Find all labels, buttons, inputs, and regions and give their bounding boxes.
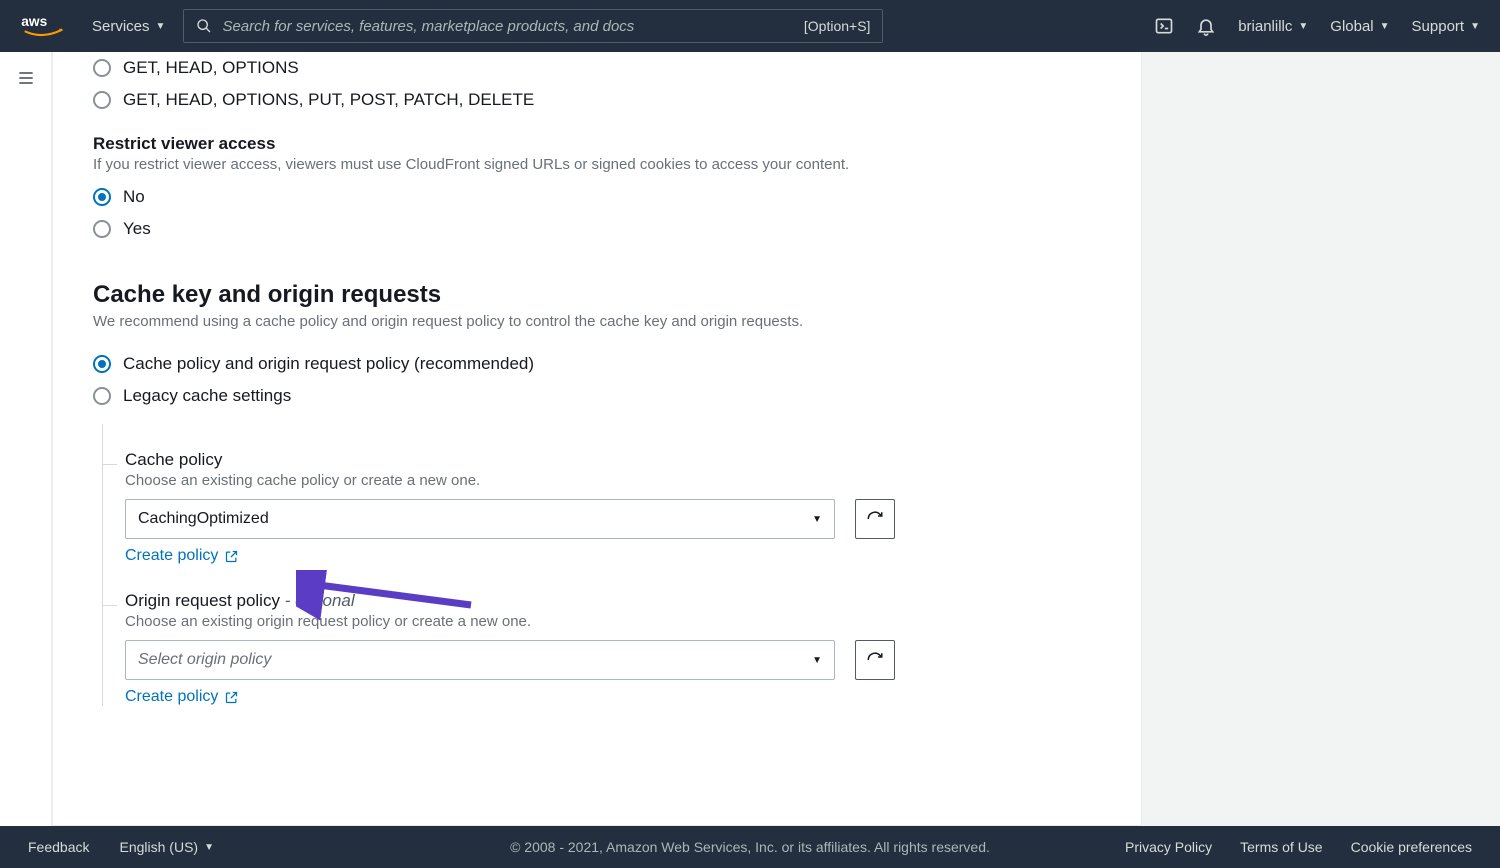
link-text: Create policy	[125, 688, 218, 706]
sidebar-toggle[interactable]	[0, 52, 52, 826]
origin-policy-placeholder: Select origin policy	[138, 651, 271, 669]
radio-icon	[93, 355, 111, 373]
origin-create-policy-link[interactable]: Create policy	[125, 688, 1101, 706]
footer: Feedback English (US) ▼ © 2008 - 2021, A…	[0, 826, 1500, 868]
refresh-icon	[866, 510, 884, 528]
cache-subsection: Cache policy Choose an existing cache po…	[102, 424, 1101, 706]
svg-text:aws: aws	[21, 14, 47, 29]
radio-icon	[93, 220, 111, 238]
cache-policy-field: Cache policy Choose an existing cache po…	[125, 424, 1101, 565]
caret-down-icon: ▼	[204, 842, 214, 853]
region-menu[interactable]: Global ▼	[1330, 18, 1389, 35]
restrict-option-no[interactable]: No	[93, 181, 1101, 213]
origin-policy-help: Choose an existing origin request policy…	[125, 613, 1101, 630]
origin-policy-field: Origin request policy - optional Choose …	[125, 565, 1101, 706]
http-methods-option-all[interactable]: GET, HEAD, OPTIONS, PUT, POST, PATCH, DE…	[93, 84, 1101, 116]
cache-policy-help: Choose an existing cache policy or creat…	[125, 472, 1101, 489]
origin-policy-label: Origin request policy - optional	[125, 591, 1101, 611]
origin-policy-refresh[interactable]	[855, 640, 895, 680]
notifications-icon[interactable]	[1196, 16, 1216, 36]
account-menu[interactable]: brianlillc ▼	[1238, 18, 1308, 35]
feedback-link[interactable]: Feedback	[28, 839, 89, 855]
cache-option-recommended[interactable]: Cache policy and origin request policy (…	[93, 348, 1101, 380]
cache-section-help: We recommend using a cache policy and or…	[93, 313, 1101, 330]
caret-down-icon: ▼	[1380, 21, 1390, 32]
services-menu[interactable]: Services ▼	[92, 18, 165, 35]
radio-label: Legacy cache settings	[123, 386, 291, 406]
services-label: Services	[92, 18, 150, 35]
cookie-link[interactable]: Cookie preferences	[1351, 839, 1472, 855]
search-shortcut: [Option+S]	[804, 18, 871, 34]
username: brianlillc	[1238, 18, 1292, 35]
caret-down-icon: ▼	[156, 21, 166, 32]
radio-icon	[93, 91, 111, 109]
support-menu[interactable]: Support ▼	[1412, 18, 1480, 35]
support-label: Support	[1412, 18, 1465, 35]
caret-down-icon: ▼	[812, 655, 822, 666]
cache-policy-select[interactable]: CachingOptimized ▼	[125, 499, 835, 539]
aws-header: aws Services ▼ [Option+S] brianlillc ▼ G…	[0, 0, 1500, 52]
radio-label: Cache policy and origin request policy (…	[123, 354, 534, 374]
link-text: Create policy	[125, 547, 218, 565]
language-select[interactable]: English (US) ▼	[119, 839, 214, 855]
search-icon	[196, 18, 212, 34]
radio-label: Yes	[123, 219, 151, 239]
external-link-icon	[224, 690, 239, 705]
external-link-icon	[224, 549, 239, 564]
form-panel: GET, HEAD, OPTIONS GET, HEAD, OPTIONS, P…	[52, 52, 1142, 826]
cache-policy-value: CachingOptimized	[138, 510, 269, 528]
cache-create-policy-link[interactable]: Create policy	[125, 547, 1101, 565]
search-input[interactable]	[222, 18, 793, 35]
radio-label: GET, HEAD, OPTIONS, PUT, POST, PATCH, DE…	[123, 90, 534, 110]
terms-link[interactable]: Terms of Use	[1240, 839, 1322, 855]
main-area: GET, HEAD, OPTIONS GET, HEAD, OPTIONS, P…	[0, 52, 1500, 826]
cache-section-title: Cache key and origin requests	[93, 281, 1101, 309]
privacy-link[interactable]: Privacy Policy	[1125, 839, 1212, 855]
content-scroll: GET, HEAD, OPTIONS GET, HEAD, OPTIONS, P…	[52, 52, 1500, 826]
copyright-text: © 2008 - 2021, Amazon Web Services, Inc.…	[510, 839, 990, 855]
region-label: Global	[1330, 18, 1373, 35]
origin-policy-label-text: Origin request policy	[125, 591, 280, 610]
refresh-icon	[866, 651, 884, 669]
radio-icon	[93, 387, 111, 405]
restrict-viewer-help: If you restrict viewer access, viewers m…	[93, 156, 1101, 173]
radio-icon	[93, 59, 111, 77]
origin-policy-select[interactable]: Select origin policy ▼	[125, 640, 835, 680]
http-methods-option-gho[interactable]: GET, HEAD, OPTIONS	[93, 52, 1101, 84]
caret-down-icon: ▼	[812, 514, 822, 525]
cache-policy-refresh[interactable]	[855, 499, 895, 539]
origin-policy-optional: - optional	[280, 591, 355, 610]
radio-label: No	[123, 187, 145, 207]
radio-label: GET, HEAD, OPTIONS	[123, 58, 299, 78]
caret-down-icon: ▼	[1298, 21, 1308, 32]
restrict-viewer-title: Restrict viewer access	[93, 134, 1101, 154]
hamburger-icon	[16, 68, 36, 88]
cache-policy-label: Cache policy	[125, 450, 1101, 470]
restrict-option-yes[interactable]: Yes	[93, 213, 1101, 245]
caret-down-icon: ▼	[1470, 21, 1480, 32]
aws-logo[interactable]: aws	[20, 14, 74, 38]
radio-icon	[93, 188, 111, 206]
language-label: English (US)	[119, 839, 198, 855]
search-box[interactable]: [Option+S]	[183, 9, 883, 43]
cache-option-legacy[interactable]: Legacy cache settings	[93, 380, 1101, 412]
cloudshell-icon[interactable]	[1154, 16, 1174, 36]
